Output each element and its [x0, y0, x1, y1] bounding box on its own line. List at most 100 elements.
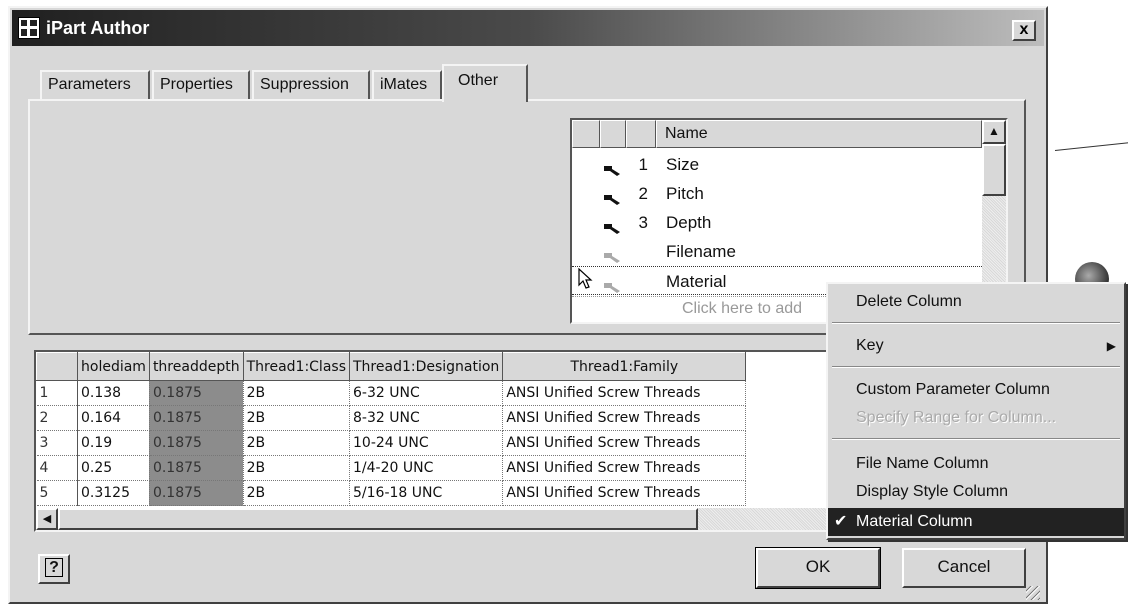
row-number[interactable]: 5	[36, 480, 78, 506]
menu-separator	[832, 438, 1120, 440]
list-item[interactable]: 2 Pitch	[572, 179, 982, 208]
list-item-name: Filename	[666, 242, 736, 261]
table-cell[interactable]: 2B	[243, 430, 351, 456]
submenu-arrow-icon: ▶	[1106, 339, 1116, 353]
help-icon: ?	[45, 558, 63, 577]
list-header-name[interactable]: Name	[656, 120, 982, 148]
table-cell[interactable]: 0.1875	[149, 380, 244, 406]
tab-imates[interactable]: iMates	[372, 70, 442, 100]
list-item-name: Pitch	[666, 184, 704, 203]
list-header: Name	[572, 120, 982, 148]
table-row[interactable]: 2 0.164 0.1875 2B 8-32 UNC ANSI Unified …	[36, 405, 747, 431]
close-button[interactable]: x	[1012, 20, 1036, 41]
help-button[interactable]: ?	[38, 554, 70, 584]
ok-button[interactable]: OK	[755, 547, 881, 589]
list-item-number: 2	[638, 184, 648, 203]
table-cell[interactable]: 0.1875	[149, 480, 244, 506]
row-number[interactable]: 1	[36, 380, 78, 406]
list-item[interactable]: Filename	[572, 237, 982, 266]
ipart-table-grid[interactable]: holediam threaddepth Thread1:Class Threa…	[34, 350, 864, 532]
table-cell[interactable]: 10-24 UNC	[349, 430, 504, 456]
table-cell[interactable]: 0.138	[77, 380, 150, 406]
title-bar[interactable]: iPart Author x	[12, 10, 1044, 46]
table-cell[interactable]: ANSI Unified Screw Threads	[502, 380, 747, 406]
menu-item-key-label: Key	[856, 337, 884, 354]
table-cell[interactable]: ANSI Unified Screw Threads	[502, 480, 747, 506]
key-icon[interactable]	[602, 186, 624, 205]
list-header-blank-3[interactable]	[626, 120, 656, 148]
click-to-add-row[interactable]: Click here to add	[682, 300, 802, 318]
grid-horizontal-scrollbar[interactable]: ◀	[36, 508, 862, 530]
checkmark-icon: ✔	[834, 513, 848, 530]
table-cell[interactable]: 1/4-20 UNC	[349, 455, 504, 481]
tab-properties[interactable]: Properties	[152, 70, 250, 100]
table-cell[interactable]: 0.25	[77, 455, 150, 481]
tab-suppression[interactable]: Suppression	[252, 70, 370, 100]
row-number[interactable]: 3	[36, 430, 78, 456]
table-row[interactable]: 5 0.3125 0.1875 2B 5/16-18 UNC ANSI Unif…	[36, 480, 747, 506]
table-cell[interactable]: 2B	[243, 405, 351, 431]
key-icon[interactable]	[602, 274, 624, 293]
list-item[interactable]: 3 Depth	[572, 208, 982, 237]
window-title: iPart Author	[46, 18, 150, 38]
tab-other[interactable]: Other	[442, 64, 528, 102]
list-item[interactable]: 1 Size	[572, 150, 982, 179]
table-cell[interactable]: 5/16-18 UNC	[349, 480, 504, 506]
grid-corner-cell[interactable]	[36, 352, 78, 381]
menu-item-custom-parameter-column[interactable]: Custom Parameter Column	[828, 376, 1124, 404]
table-cell[interactable]: ANSI Unified Screw Threads	[502, 455, 747, 481]
table-cell[interactable]: 0.1875	[149, 405, 244, 431]
table-cell[interactable]: 2B	[243, 480, 351, 506]
list-item-name: Depth	[666, 213, 712, 232]
list-item-name: Material	[666, 272, 727, 291]
menu-item-material-label: Material Column	[856, 513, 973, 530]
scroll-thumb[interactable]	[58, 508, 698, 530]
menu-item-material-column[interactable]: ✔ Material Column	[828, 508, 1124, 536]
list-header-blank-1[interactable]	[572, 120, 600, 148]
table-cell[interactable]: ANSI Unified Screw Threads	[502, 405, 747, 431]
menu-item-file-name-column[interactable]: File Name Column	[828, 450, 1124, 478]
cursor-arrow-icon	[578, 267, 594, 296]
column-header-thread-family[interactable]: Thread1:Family	[502, 352, 747, 381]
table-cell[interactable]: 8-32 UNC	[349, 405, 504, 431]
column-header-thread-class[interactable]: Thread1:Class	[242, 352, 351, 381]
table-cell[interactable]: 0.3125	[77, 480, 150, 506]
key-icon[interactable]	[602, 215, 624, 234]
column-header-holediam[interactable]: holediam	[77, 352, 150, 381]
menu-separator	[832, 366, 1120, 368]
list-item-number: 1	[638, 155, 648, 174]
list-header-blank-2[interactable]	[600, 120, 626, 148]
table-cell[interactable]: 0.19	[77, 430, 150, 456]
menu-item-display-style-column[interactable]: Display Style Column	[828, 478, 1124, 506]
resize-grip-icon[interactable]	[1026, 586, 1040, 600]
ipart-table-icon	[18, 17, 40, 39]
scroll-thumb[interactable]	[982, 144, 1006, 196]
table-cell[interactable]: 0.1875	[149, 430, 244, 456]
scroll-up-icon[interactable]: ▲	[982, 120, 1006, 144]
row-number[interactable]: 4	[36, 455, 78, 481]
column-context-menu: Delete Column Key ▶ Custom Parameter Col…	[826, 282, 1126, 540]
table-cell[interactable]: 2B	[243, 455, 351, 481]
table-row[interactable]: 1 0.138 0.1875 2B 6-32 UNC ANSI Unified …	[36, 380, 747, 406]
column-header-threaddepth[interactable]: threaddepth	[148, 352, 244, 381]
menu-item-delete-column[interactable]: Delete Column	[828, 288, 1124, 316]
key-icon[interactable]	[602, 244, 624, 263]
column-header-thread-designation[interactable]: Thread1:Designation	[348, 352, 504, 381]
cancel-button[interactable]: Cancel	[902, 548, 1026, 588]
list-item-name: Size	[666, 155, 700, 174]
table-cell[interactable]: 0.164	[77, 405, 150, 431]
member-table: holediam threaddepth Thread1:Class Threa…	[36, 352, 747, 506]
table-row[interactable]: 4 0.25 0.1875 2B 1/4-20 UNC ANSI Unified…	[36, 455, 747, 481]
table-cell[interactable]: 6-32 UNC	[349, 380, 504, 406]
menu-item-specify-range: Specify Range for Column...	[856, 409, 1057, 426]
tab-parameters[interactable]: Parameters	[40, 70, 150, 100]
table-row[interactable]: 3 0.19 0.1875 2B 10-24 UNC ANSI Unified …	[36, 430, 747, 456]
list-item-number: 3	[638, 213, 648, 232]
table-cell[interactable]: 0.1875	[149, 455, 244, 481]
row-number[interactable]: 2	[36, 405, 78, 431]
table-cell[interactable]: ANSI Unified Screw Threads	[502, 430, 747, 456]
scroll-left-icon[interactable]: ◀	[36, 508, 58, 530]
menu-item-key[interactable]: Key ▶	[828, 332, 1124, 360]
table-cell[interactable]: 2B	[243, 380, 351, 406]
key-icon[interactable]	[602, 157, 624, 176]
